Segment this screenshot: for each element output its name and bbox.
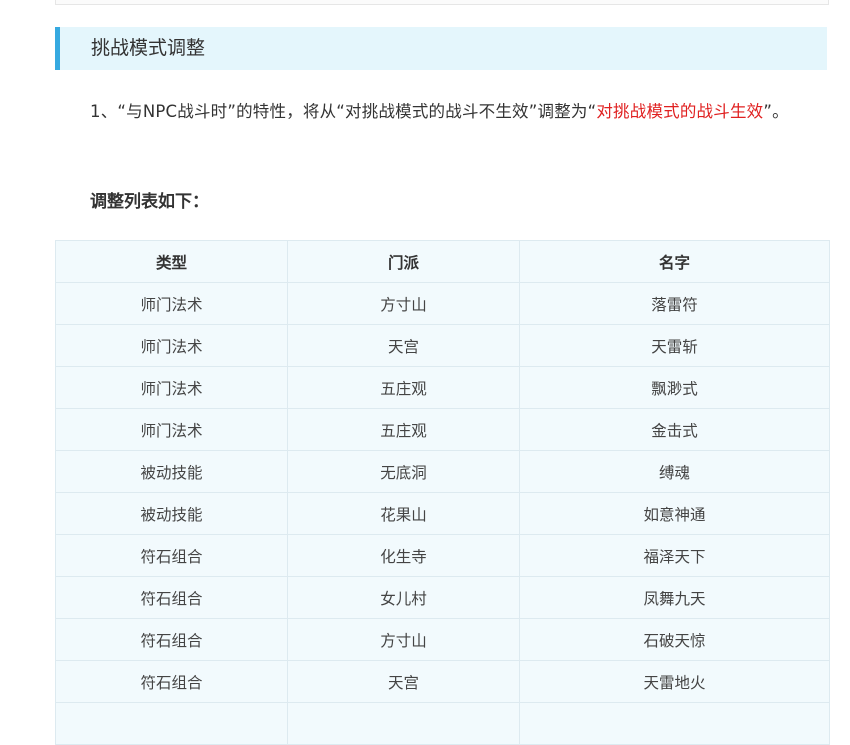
table-row: 师门法术 方寸山 落雷符 — [55, 282, 830, 325]
table-header-row: 类型 门派 名字 — [55, 240, 830, 283]
cell-sect: 五庄观 — [287, 366, 520, 409]
cell-type: 符石组合 — [55, 534, 288, 577]
cell-type: 符石组合 — [55, 576, 288, 619]
table-row: 师门法术 五庄观 飘渺式 — [55, 366, 830, 409]
adjustment-table: 类型 门派 名字 师门法术 方寸山 落雷符 师门法术 天宫 天雷斩 师门法术 五… — [55, 240, 830, 745]
table-row: 符石组合 女儿村 凤舞九天 — [55, 576, 830, 619]
cell-sect: 方寸山 — [287, 618, 520, 661]
paragraph-highlight: 对挑战模式的战斗生效 — [596, 102, 764, 121]
cell-name: 天雷地火 — [519, 660, 830, 703]
cell-name: 落雷符 — [519, 282, 830, 325]
cell-type: 符石组合 — [55, 618, 288, 661]
table-row: 师门法术 五庄观 金击式 — [55, 408, 830, 451]
cell-name — [519, 702, 830, 745]
cell-sect: 五庄观 — [287, 408, 520, 451]
cell-sect: 花果山 — [287, 492, 520, 535]
cell-sect: 女儿村 — [287, 576, 520, 619]
table-row: 被动技能 无底洞 缚魂 — [55, 450, 830, 493]
paragraph-text-before: 1、“与NPC战斗时”的特性，将从“对挑战模式的战斗不生效”调整为“ — [90, 102, 597, 121]
section-heading-text: 挑战模式调整 — [91, 37, 206, 59]
cell-name: 石破天惊 — [519, 618, 830, 661]
cell-type: 师门法术 — [55, 366, 288, 409]
cell-sect: 天宫 — [287, 660, 520, 703]
cell-name: 福泽天下 — [519, 534, 830, 577]
table-row: 符石组合 方寸山 石破天惊 — [55, 618, 830, 661]
cell-name: 金击式 — [519, 408, 830, 451]
cell-sect: 无底洞 — [287, 450, 520, 493]
cell-name: 如意神通 — [519, 492, 830, 535]
cell-sect: 天宫 — [287, 324, 520, 367]
cell-type — [55, 702, 288, 745]
previous-content-box — [55, 0, 829, 5]
adjustment-paragraph: 1、“与NPC战斗时”的特性，将从“对挑战模式的战斗不生效”调整为“对挑战模式的… — [55, 96, 830, 128]
cell-sect: 方寸山 — [287, 282, 520, 325]
header-name: 名字 — [519, 240, 830, 283]
cell-type: 被动技能 — [55, 492, 288, 535]
paragraph-text-after: ”。 — [763, 102, 789, 121]
cell-sect: 化生寺 — [287, 534, 520, 577]
list-title: 调整列表如下： — [90, 192, 209, 212]
cell-name: 天雷斩 — [519, 324, 830, 367]
table-row: 师门法术 天宫 天雷斩 — [55, 324, 830, 367]
table-row: 被动技能 花果山 如意神通 — [55, 492, 830, 535]
table-row: 符石组合 天宫 天雷地火 — [55, 660, 830, 703]
cell-type: 师门法术 — [55, 282, 288, 325]
cell-name: 飘渺式 — [519, 366, 830, 409]
cell-type: 师门法术 — [55, 408, 288, 451]
header-sect: 门派 — [287, 240, 520, 283]
table-row: 符石组合 化生寺 福泽天下 — [55, 534, 830, 577]
cell-type: 符石组合 — [55, 660, 288, 703]
table-row — [55, 702, 830, 745]
cell-name: 缚魂 — [519, 450, 830, 493]
cell-type: 师门法术 — [55, 324, 288, 367]
cell-type: 被动技能 — [55, 450, 288, 493]
cell-sect — [287, 702, 520, 745]
section-heading: 挑战模式调整 — [55, 27, 827, 70]
header-type: 类型 — [55, 240, 288, 283]
cell-name: 凤舞九天 — [519, 576, 830, 619]
